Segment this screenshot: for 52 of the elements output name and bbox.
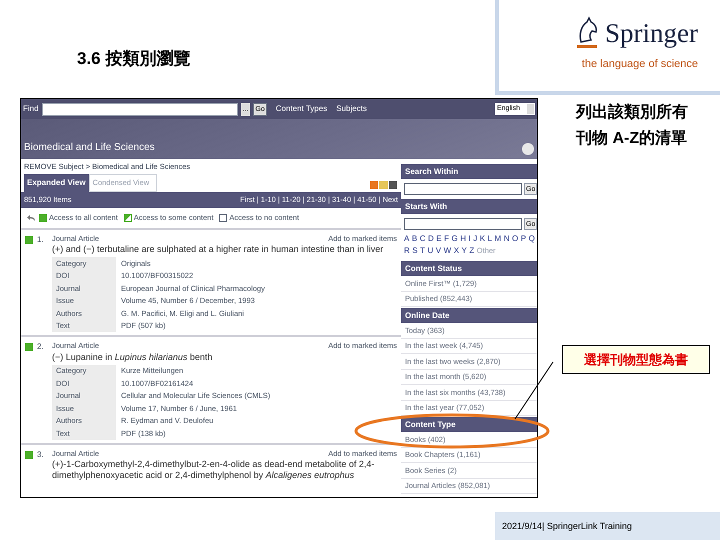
horse-head-icon — [575, 16, 600, 50]
search-field[interactable] — [404, 183, 522, 195]
letter-link[interactable]: J — [473, 233, 478, 245]
letter-link[interactable]: A — [404, 233, 410, 245]
letter-link[interactable]: D — [428, 233, 434, 245]
sidebar-heading: Content Status — [401, 260, 537, 276]
sidebar-heading: Online Date — [401, 307, 537, 323]
letter-link[interactable]: W — [444, 245, 452, 257]
footer-bar: 2021/9/14| SpringerLink Training — [495, 512, 720, 540]
result-title[interactable]: (+) and (−) terbutaline are sulphated at a higher rate in human intestine than in liver — [52, 244, 397, 256]
letter-link[interactable]: Y — [462, 245, 467, 257]
letter-link[interactable]: M — [494, 233, 502, 245]
letter-link[interactable]: P — [520, 233, 526, 245]
result-number: 1. — [37, 234, 44, 246]
letter-link[interactable]: C — [420, 233, 426, 245]
back-arrow-icon[interactable] — [27, 214, 36, 222]
letter-link[interactable]: L — [488, 233, 492, 245]
letter-link[interactable]: N — [504, 233, 510, 245]
letter-link[interactable]: O — [512, 233, 518, 245]
nav-link[interactable]: Content Types — [276, 103, 328, 115]
letter-link[interactable]: B — [412, 233, 418, 245]
slide-note: 列出該類別所有刊物 A-Z的清單 — [576, 102, 689, 149]
logo-wordmark: Springer — [605, 20, 698, 46]
result-number: 2. — [37, 341, 44, 354]
find-label: Find — [23, 103, 39, 115]
sidebar-heading: Starts With — [401, 198, 537, 214]
letter-link[interactable]: T — [420, 245, 426, 257]
result-title[interactable]: (−) Lupanine in Lupinus hilarianus benth — [52, 352, 397, 362]
view-tab[interactable]: Expanded View — [24, 174, 89, 192]
letter-link[interactable]: U — [428, 245, 434, 257]
letter-link[interactable]: K — [480, 233, 486, 245]
banner-title: Biomedical and Life Sciences — [24, 141, 155, 155]
letter-link[interactable]: G — [451, 233, 458, 245]
find-field[interactable] — [42, 102, 238, 116]
letter-link[interactable]: S — [412, 245, 418, 257]
letter-link[interactable]: X — [454, 245, 460, 257]
letter-link[interactable]: I — [468, 233, 471, 245]
sidebar-heading: Search Within — [401, 163, 537, 179]
slide-title: 3.6 按類別瀏覽 — [77, 48, 192, 70]
letter-link[interactable]: E — [436, 233, 442, 245]
result-number: 3. — [37, 448, 44, 460]
search-field[interactable] — [404, 218, 522, 230]
letter-link[interactable]: H — [460, 233, 466, 245]
callout-box: 選擇刊物型態為書 — [562, 345, 710, 374]
logo-tagline: the language of science — [582, 57, 698, 72]
letter-link[interactable]: V — [436, 245, 442, 257]
letter-link[interactable]: R — [404, 245, 410, 257]
nav-link[interactable]: Subjects — [336, 103, 367, 115]
letter-link[interactable]: F — [444, 233, 449, 245]
letter-link[interactable]: Z — [469, 245, 474, 257]
letter-link[interactable]: Q — [528, 233, 535, 245]
result-title[interactable]: (+)-1-Carboxymethyl-2,4-dimethylbut-2-en-4-olide as dead-end metabolite of 2,4-dimethylphenoxyacetic acid or 2,4-dimethylphenol by Alcaligenes eutrophus — [52, 458, 397, 481]
